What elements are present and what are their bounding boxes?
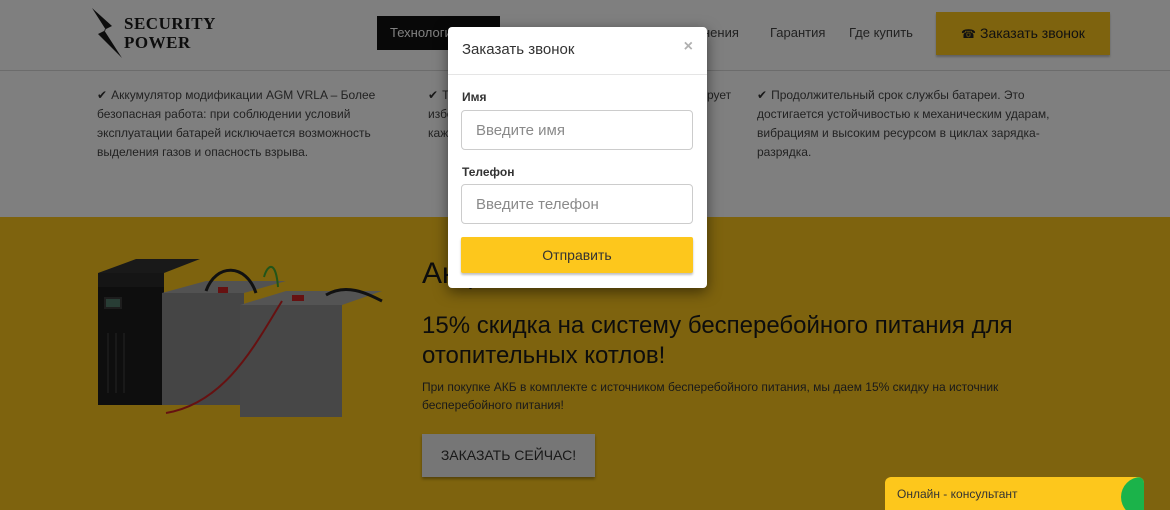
- chat-label: Онлайн - консультант: [897, 487, 1018, 501]
- phone-label: Телефон: [462, 165, 515, 179]
- modal-header: Заказать звонок ×: [448, 27, 707, 75]
- order-call-modal: Заказать звонок × Имя Телефон Отправить: [448, 27, 707, 288]
- chat-icon[interactable]: [1121, 477, 1144, 510]
- close-icon[interactable]: ×: [684, 38, 693, 56]
- name-label: Имя: [462, 90, 487, 104]
- modal-title: Заказать звонок: [462, 41, 575, 58]
- name-input[interactable]: [461, 110, 693, 150]
- submit-button[interactable]: Отправить: [461, 237, 693, 273]
- phone-input[interactable]: [461, 184, 693, 224]
- online-consultant-widget[interactable]: Онлайн - консультант: [885, 477, 1144, 510]
